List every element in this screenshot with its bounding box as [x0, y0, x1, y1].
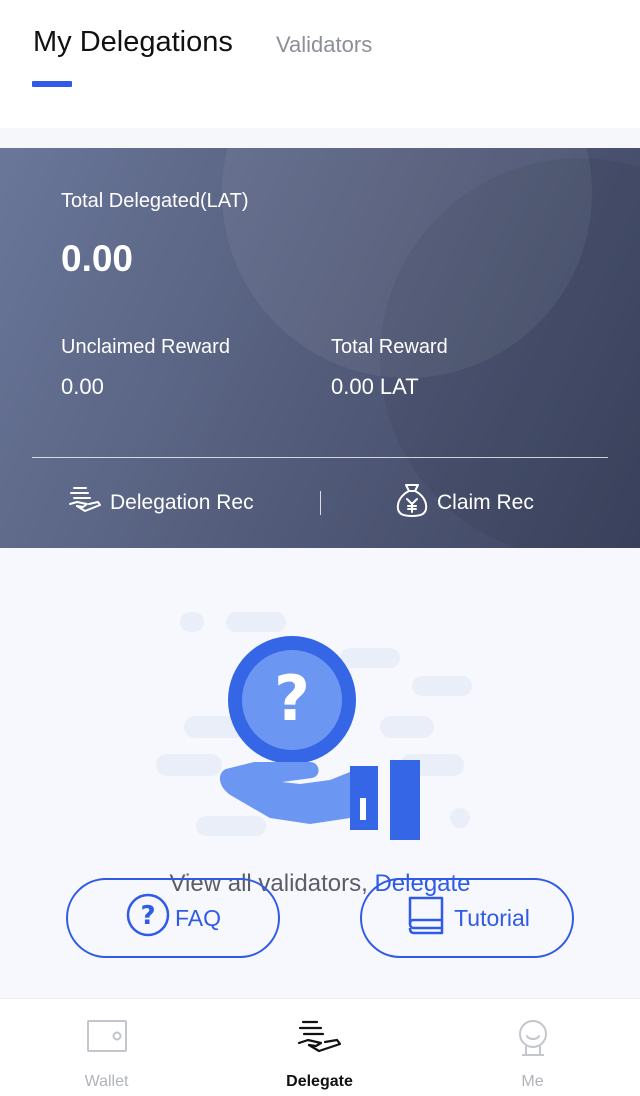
nav-item-wallet[interactable]: Wallet: [0, 999, 213, 1096]
total-delegated-label: Total Delegated(LAT): [61, 190, 249, 212]
unclaimed-reward-label: Unclaimed Reward: [61, 336, 230, 358]
header: My Delegations Validators: [0, 0, 640, 128]
book-icon: [404, 892, 454, 944]
section-divider: [0, 128, 640, 148]
delegation-summary-card: Total Delegated(LAT) 0.00 Unclaimed Rewa…: [0, 148, 640, 548]
card-divider: [32, 457, 608, 458]
delegation-records-label: Delegation Rec: [110, 491, 254, 514]
unclaimed-reward-value: 0.00: [61, 374, 104, 399]
empty-delegation-illustration: ?: [156, 612, 472, 840]
total-reward-label: Total Reward: [331, 336, 448, 358]
nav-label-wallet: Wallet: [84, 1073, 129, 1090]
svg-text:?: ?: [274, 662, 310, 735]
wallet-icon: [86, 1019, 128, 1058]
money-bag-icon: [395, 482, 437, 524]
delegate-icon: [297, 1019, 343, 1060]
nav-label-me: Me: [521, 1073, 544, 1090]
faq-label: FAQ: [174, 904, 221, 931]
question-circle-icon: ?: [125, 892, 175, 944]
nav-item-delegate[interactable]: Delegate: [213, 999, 426, 1096]
tab-my-delegations[interactable]: My Delegations: [33, 26, 233, 59]
nav-label-delegate: Delegate: [286, 1073, 353, 1090]
faq-button[interactable]: ? FAQ: [66, 878, 280, 958]
delegation-records-button[interactable]: Delegation Rec: [68, 480, 254, 526]
active-tab-indicator: [32, 81, 72, 87]
bottom-nav: Wallet Delegate Me: [0, 998, 640, 1096]
claim-records-button[interactable]: Claim Rec: [395, 480, 534, 526]
tab-validators[interactable]: Validators: [276, 32, 372, 58]
hand-delegate-icon: [68, 485, 110, 521]
nav-item-me[interactable]: Me: [426, 999, 639, 1096]
svg-text:?: ?: [140, 901, 155, 931]
empty-state: ? View all validators, Delegate ? FAQ Tu…: [0, 548, 640, 998]
tutorial-button[interactable]: Tutorial: [360, 878, 574, 958]
claim-records-label: Claim Rec: [437, 491, 534, 514]
profile-icon: [516, 1019, 550, 1064]
total-delegated-value: 0.00: [61, 238, 134, 279]
tutorial-label: Tutorial: [454, 904, 530, 931]
total-reward-value: 0.00 LAT: [331, 374, 419, 399]
action-divider: [320, 491, 321, 515]
